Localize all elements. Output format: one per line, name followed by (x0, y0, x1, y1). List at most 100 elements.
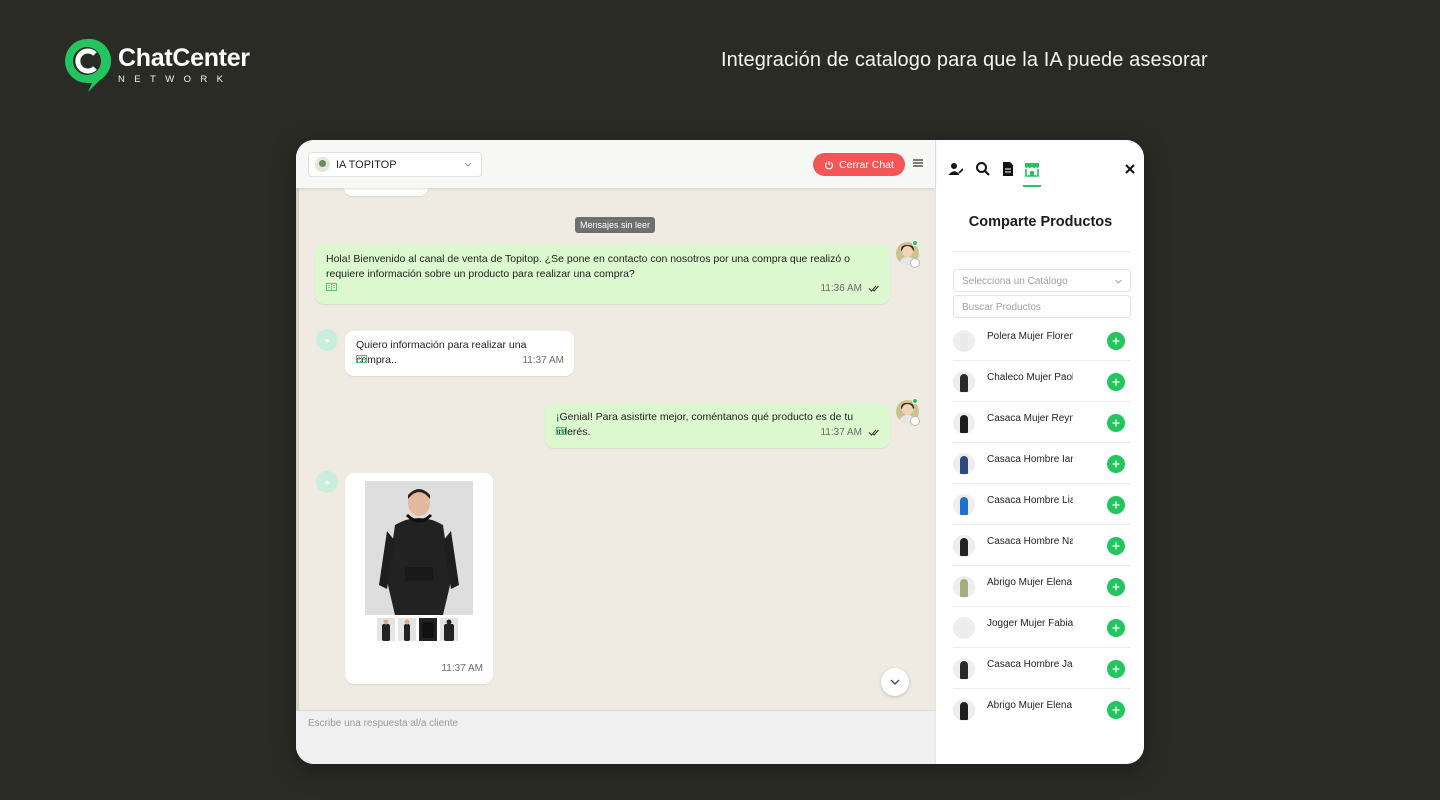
product-name: Abrigo Mujer Elena (987, 700, 1073, 711)
robot-badge-icon (910, 258, 920, 268)
thumbnail[interactable] (419, 618, 437, 641)
power-icon (824, 160, 834, 169)
product-thumbnail (953, 371, 975, 393)
catalog-select[interactable]: Selecciona un Catálogo (953, 269, 1131, 292)
brand-subtitle: NETWORK (118, 73, 233, 85)
thumbnail[interactable] (440, 618, 458, 641)
message-bubble-outgoing[interactable]: ¡Genial! Para asistirte mejor, coméntano… (545, 403, 890, 448)
product-item[interactable]: Polera Mujer Florencia (953, 320, 1130, 361)
agent-avatar (315, 157, 330, 172)
double-check-icon (868, 285, 879, 292)
product-item[interactable]: Casaca Hombre Ian (953, 443, 1130, 484)
online-status-dot (912, 398, 918, 404)
product-item[interactable]: Abrigo Mujer Elena (953, 689, 1130, 730)
chat-pane: IA TOPITOP Cerrar Chat Mensajes sin leer… (296, 140, 935, 764)
catalog-select-placeholder: Selecciona un Catálogo (962, 276, 1068, 287)
assign-user-icon[interactable] (948, 161, 964, 177)
add-product-button[interactable] (1107, 660, 1125, 678)
product-name: Jogger Mujer Fabiana (987, 618, 1073, 629)
product-search-input[interactable]: Buscar Productos (953, 295, 1131, 318)
brand-name: ChatCenter (118, 43, 250, 72)
product-name: Casaca Hombre Ian (987, 454, 1073, 465)
unread-divider: Mensajes sin leer (575, 217, 656, 233)
plus-icon (1112, 337, 1120, 345)
chat-header: IA TOPITOP Cerrar Chat (296, 140, 935, 188)
add-product-button[interactable] (1107, 537, 1125, 555)
add-product-button[interactable] (1107, 332, 1125, 350)
product-thumbnail (953, 617, 975, 639)
product-thumbnail (953, 699, 975, 721)
divider (953, 251, 1130, 252)
reply-input[interactable]: Escribe una respuesta al/a cliente (308, 718, 458, 729)
customer-avatar: ● (316, 329, 338, 351)
add-product-button[interactable] (1107, 701, 1125, 719)
plus-icon (1112, 706, 1120, 714)
plus-icon (1112, 378, 1120, 386)
double-check-icon (868, 429, 879, 436)
plus-icon (1112, 542, 1120, 550)
plus-icon (1112, 501, 1120, 509)
add-product-button[interactable] (1107, 455, 1125, 473)
message-bubble-outgoing[interactable]: Hola! Bienvenido al canal de venta de To… (315, 244, 890, 304)
agent-selector[interactable]: IA TOPITOP (308, 152, 482, 177)
thumbnail[interactable] (377, 618, 395, 641)
product-name: Casaca Hombre Jack (987, 659, 1073, 670)
add-product-button[interactable] (1107, 496, 1125, 514)
product-name: Casaca Mujer Reyna (987, 413, 1073, 424)
product-thumbnail (953, 494, 975, 516)
product-image[interactable] (365, 481, 473, 615)
app-window: IA TOPITOP Cerrar Chat Mensajes sin leer… (296, 140, 1144, 764)
message-list[interactable]: Mensajes sin leer Hola! Bienvenido al ca… (296, 188, 935, 710)
product-item[interactable]: Chaleco Mujer Paola (953, 361, 1130, 402)
chevron-down-icon (1115, 279, 1122, 284)
chat-logo-icon (62, 36, 112, 94)
brand-logo: ChatCenter NETWORK (62, 36, 250, 94)
store-icon[interactable] (1024, 161, 1040, 177)
add-product-button[interactable] (1107, 619, 1125, 637)
product-thumbnail (953, 576, 975, 598)
message-bubble-incoming-image[interactable]: 11:37 AM (345, 473, 493, 684)
message-time: 11:37 AM (820, 427, 862, 438)
message-bubble-incoming[interactable]: Quiero información para realizar una com… (345, 331, 574, 376)
plus-icon (1112, 583, 1120, 591)
menu-icon[interactable] (912, 157, 924, 169)
panel-tabs (936, 140, 1144, 188)
product-item[interactable]: Abrigo Mujer Elena (953, 566, 1130, 607)
catalog-book-icon (556, 427, 567, 435)
panel-title: Comparte Productos (968, 214, 1113, 230)
close-chat-button[interactable]: Cerrar Chat (813, 153, 905, 176)
product-name: Abrigo Mujer Elena (987, 577, 1073, 588)
product-thumbnail (953, 658, 975, 680)
robot-badge-icon (910, 416, 920, 426)
product-item[interactable]: Casaca Hombre Liam (953, 484, 1130, 525)
products-panel: Comparte Productos Selecciona un Catálog… (935, 140, 1144, 764)
product-thumbnail (953, 535, 975, 557)
product-item[interactable]: Casaca Mujer Reyna (953, 402, 1130, 443)
tagline: Integración de catalogo para que la IA p… (721, 49, 1208, 71)
thumbnail[interactable] (398, 618, 416, 641)
plus-icon (1112, 460, 1120, 468)
chevron-down-icon (464, 162, 472, 167)
product-thumbnails (377, 618, 458, 641)
message-text: Hola! Bienvenido al canal de venta de To… (326, 253, 850, 280)
message-time: 11:36 AM (820, 283, 862, 294)
product-name: Casaca Hombre Liam (987, 495, 1073, 506)
product-item[interactable]: Jogger Mujer Fabiana (953, 607, 1130, 648)
product-list: Polera Mujer Florencia Chaleco Mujer Paol… (953, 320, 1130, 730)
customer-avatar: ● (316, 471, 338, 493)
search-icon[interactable] (975, 161, 991, 177)
previous-message-bubble (344, 188, 428, 196)
plus-icon (1112, 419, 1120, 427)
add-product-button[interactable] (1107, 414, 1125, 432)
document-icon[interactable] (1000, 161, 1016, 177)
online-status-dot (912, 240, 918, 246)
active-tab-indicator (1023, 185, 1041, 187)
close-icon[interactable] (1123, 162, 1137, 176)
message-composer[interactable]: Escribe una respuesta al/a cliente (296, 710, 935, 764)
product-name: Casaca Hombre Nathan (987, 536, 1073, 547)
add-product-button[interactable] (1107, 373, 1125, 391)
product-item[interactable]: Casaca Hombre Jack (953, 648, 1130, 689)
product-item[interactable]: Casaca Hombre Nathan (953, 525, 1130, 566)
scroll-to-bottom-button[interactable] (881, 668, 909, 696)
add-product-button[interactable] (1107, 578, 1125, 596)
